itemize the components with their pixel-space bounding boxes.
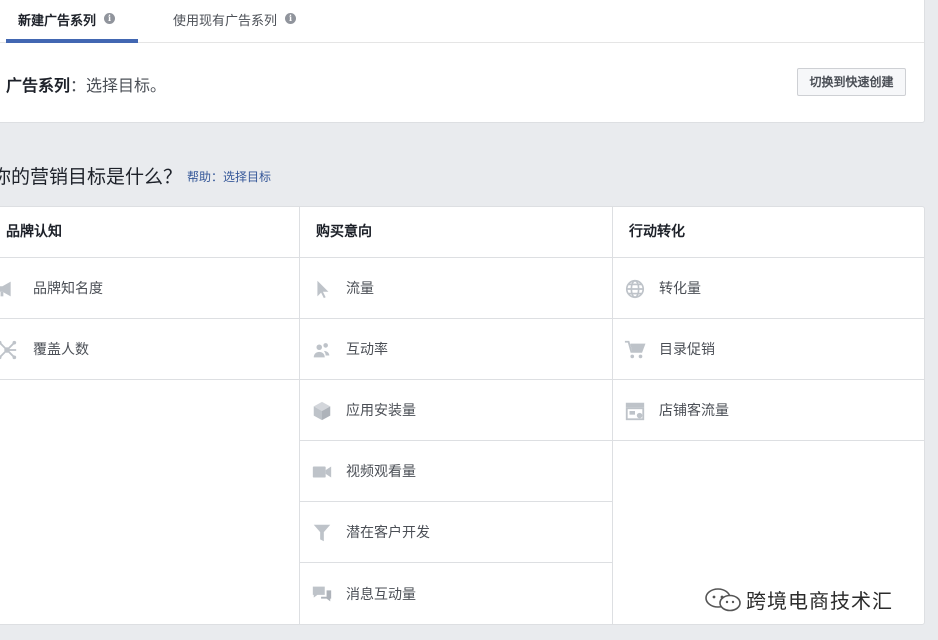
column-header: 品牌认知 [0, 207, 299, 258]
help-choose-objective-link[interactable]: 帮助：选择目标 [187, 168, 271, 185]
tab-existing-campaign-label: 使用现有广告系列 [173, 14, 278, 29]
info-icon[interactable]: i [285, 13, 297, 24]
objective-messages[interactable]: 消息互动量 [300, 563, 612, 624]
globe-icon [623, 277, 647, 301]
box-icon [310, 399, 334, 423]
column-conversion: 行动转化 转化量 目录促销 店铺客流量 [612, 207, 924, 624]
shopping-cart-icon [623, 338, 647, 362]
campaign-title-bold: 广告系列 [6, 76, 71, 95]
objective-lead-generation[interactable]: 潜在客户开发 [300, 502, 612, 563]
campaign-title-rest: ：选择目标。 [70, 76, 167, 95]
objective-catalog-sales[interactable]: 目录促销 [613, 319, 924, 380]
video-camera-icon [310, 460, 334, 484]
objective-label: 消息互动量 [346, 586, 416, 603]
objective-label: 目录促销 [659, 342, 715, 358]
objective-store-traffic[interactable]: 店铺客流量 [613, 380, 924, 441]
column-header: 购买意向 [300, 207, 612, 258]
tab-new-campaign[interactable]: 新建广告系列 i [6, 7, 138, 43]
objective-engagement[interactable]: 互动率 [300, 319, 612, 380]
objective-label: 店铺客流量 [659, 403, 729, 419]
objective-label: 视频观看量 [346, 464, 416, 480]
wechat-icon [705, 587, 741, 611]
campaign-card: 新建广告系列 i 使用现有广告系列 i 广告系列：选择目标。 切换到快速创建 [0, 0, 925, 123]
objective-label: 品牌知名度 [33, 281, 103, 297]
column-header: 行动转化 [613, 207, 924, 258]
megaphone-icon [0, 277, 19, 301]
objective-label: 流量 [346, 281, 374, 297]
people-icon [310, 338, 334, 362]
info-icon[interactable]: i [104, 13, 116, 24]
objective-label: 转化量 [659, 281, 701, 297]
objective-label: 覆盖人数 [33, 342, 89, 358]
column-brand-awareness: 品牌认知 品牌知名度 覆盖人数 [0, 207, 299, 624]
objective-label: 潜在客户开发 [346, 525, 430, 541]
objective-question: 你的营销目标是什么？ [0, 166, 183, 188]
chat-bubbles-icon [310, 582, 334, 606]
network-icon [0, 338, 19, 362]
watermark-text: 跨境电商技术汇 [746, 589, 893, 613]
objective-reach[interactable]: 覆盖人数 [0, 319, 299, 380]
objective-app-installs[interactable]: 应用安装量 [300, 380, 612, 441]
objective-brand-awareness[interactable]: 品牌知名度 [0, 258, 299, 319]
cursor-icon [310, 277, 334, 301]
funnel-icon [310, 521, 334, 545]
column-consideration: 购买意向 流量 互动率 应用安装量 视频观看量 潜在客户开发 消息互动量 [299, 207, 612, 624]
switch-quick-create-button[interactable]: 切换到快速创建 [797, 68, 906, 96]
objective-video-views[interactable]: 视频观看量 [300, 441, 612, 502]
objective-label: 应用安装量 [346, 403, 416, 419]
campaign-title: 广告系列：选择目标。 [6, 72, 166, 96]
objectives-table: 品牌认知 品牌知名度 覆盖人数 购买意向 流量 互动率 应用安装量 视频观看量 … [0, 206, 925, 625]
watermark: 跨境电商技术汇 [704, 585, 893, 614]
tab-existing-campaign[interactable]: 使用现有广告系列 i [173, 7, 297, 43]
tab-bar: 新建广告系列 i 使用现有广告系列 i [0, 0, 924, 43]
tab-new-campaign-label: 新建广告系列 [18, 14, 97, 29]
objective-label: 互动率 [346, 342, 388, 358]
objective-conversions[interactable]: 转化量 [613, 258, 924, 319]
objective-traffic[interactable]: 流量 [300, 258, 612, 319]
storefront-icon [623, 399, 647, 423]
